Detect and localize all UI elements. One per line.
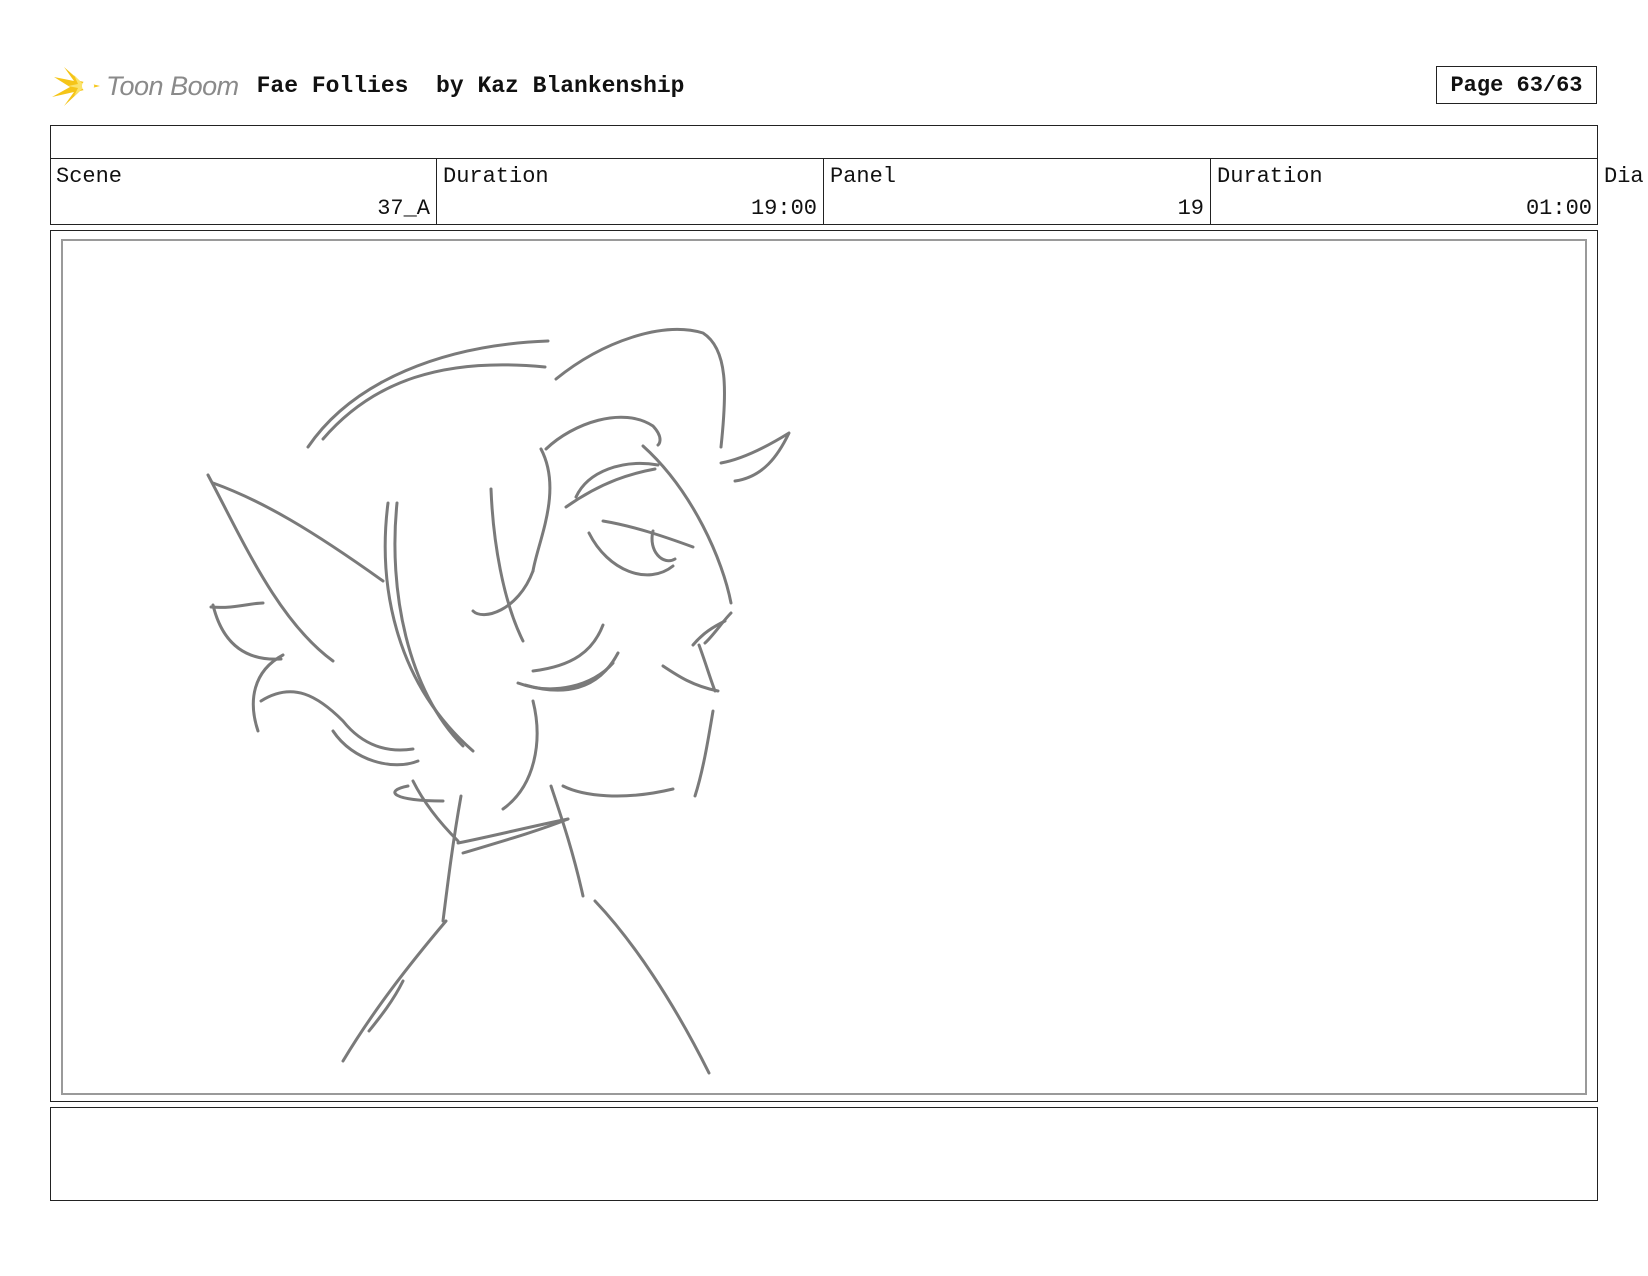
hair-top-strokes bbox=[306, 328, 791, 573]
toon-boom-logo: Toon Boom bbox=[50, 61, 239, 111]
panel-info-row: Scene 37_A Duration 19:00 Panel 19 Durat… bbox=[50, 158, 1648, 225]
scene-duration-label: Duration bbox=[443, 164, 549, 189]
dialog-label: Dia bbox=[1604, 164, 1644, 189]
face-strokes bbox=[383, 444, 733, 811]
star-burst-icon bbox=[52, 67, 100, 106]
page-number: Page 63/63 bbox=[1436, 66, 1597, 104]
scene-label: Scene bbox=[56, 164, 123, 189]
neck-collar-strokes bbox=[341, 779, 711, 1075]
panel-duration-value: 01:00 bbox=[1525, 196, 1592, 221]
scene-duration-cell: Duration 19:00 bbox=[437, 158, 824, 225]
scene-duration-value: 19:00 bbox=[750, 196, 817, 221]
sketch-drawing bbox=[206, 328, 791, 1075]
header-band bbox=[50, 125, 1598, 159]
storyboard-header: Toon Boom Fae Follies by Kaz Blankenship bbox=[50, 56, 684, 116]
panel-value: 19 bbox=[1177, 196, 1204, 221]
storyboard-title: Fae Follies by Kaz Blankenship bbox=[256, 73, 685, 99]
logo-text: Toon Boom bbox=[106, 70, 239, 101]
scene-value: 37_A bbox=[377, 196, 430, 221]
panel-duration-label: Duration bbox=[1217, 164, 1323, 189]
panel-cell: Panel 19 bbox=[824, 158, 1211, 225]
action-notes-box bbox=[50, 1107, 1598, 1201]
panel-label: Panel bbox=[830, 164, 897, 189]
dialog-cell: Dia bbox=[1598, 158, 1648, 225]
scene-cell: Scene 37_A bbox=[50, 158, 437, 225]
panel-duration-cell: Duration 01:00 bbox=[1211, 158, 1598, 225]
